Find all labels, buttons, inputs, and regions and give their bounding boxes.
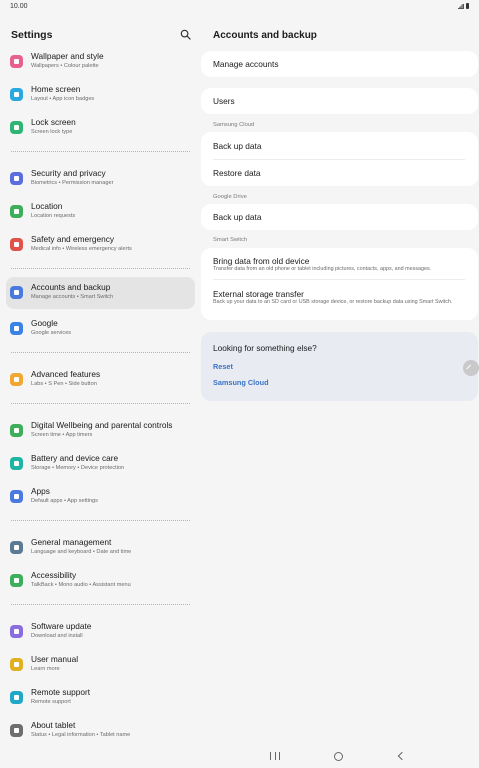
manual-icon xyxy=(10,658,23,671)
divider xyxy=(11,352,190,353)
settings-item-safety[interactable]: Safety and emergency Medical info • Wire… xyxy=(6,229,195,261)
settings-item-about-tablet[interactable]: About tablet Status • Legal information … xyxy=(6,715,195,747)
samsung-cloud-section-label: Samsung Cloud xyxy=(213,122,255,128)
looking-for-title: Looking for something else? xyxy=(213,343,317,353)
reset-link[interactable]: Reset xyxy=(213,362,233,371)
sliders-icon xyxy=(10,541,23,554)
battery-icon xyxy=(466,3,469,9)
settings-item-software-update[interactable]: Software update Download and install xyxy=(6,616,195,648)
external-storage-item[interactable]: External storage transfer xyxy=(213,289,465,299)
users-label: Users xyxy=(213,96,235,106)
divider xyxy=(11,604,190,605)
google-back-up-data-item[interactable]: Back up data xyxy=(213,212,465,222)
accessibility-icon xyxy=(10,574,23,587)
wallpaper-icon xyxy=(10,55,23,68)
sync-icon xyxy=(10,286,23,299)
advanced-features-icon xyxy=(10,373,23,386)
settings-item-apps[interactable]: Apps Default apps • App settings xyxy=(6,481,195,513)
location-pin-icon xyxy=(10,205,23,218)
divider xyxy=(11,268,190,269)
settings-item-general-management[interactable]: General management Language and keyboard… xyxy=(6,532,195,564)
device-care-icon xyxy=(10,457,23,470)
settings-item-lock-screen[interactable]: Lock screen Screen lock type xyxy=(6,112,195,144)
headset-icon xyxy=(10,691,23,704)
recent-apps-icon[interactable] xyxy=(270,752,280,760)
settings-item-wallpaper[interactable]: Wallpaper and style Wallpapers • Colour … xyxy=(6,46,195,78)
status-time: 10.00 xyxy=(10,3,28,10)
divider xyxy=(11,520,190,521)
settings-item-battery[interactable]: Battery and device care Storage • Memory… xyxy=(6,448,195,480)
divider xyxy=(11,151,190,152)
settings-item-advanced-features[interactable]: Advanced features Labs • S Pen • Side bu… xyxy=(6,364,195,396)
accounts-backup-panel: Accounts and backup Manage accounts User… xyxy=(201,18,479,738)
samsung-cloud-link[interactable]: Samsung Cloud xyxy=(213,378,269,387)
external-storage-description: Back up your data to an SD card or USB s… xyxy=(213,299,453,305)
google-icon xyxy=(10,322,23,335)
looking-for-card: Looking for something else? Reset Samsun… xyxy=(201,332,478,401)
manage-accounts-label: Manage accounts xyxy=(213,59,279,69)
divider xyxy=(11,403,190,404)
signal-icon xyxy=(458,3,464,9)
back-up-data-item[interactable]: Back up data xyxy=(213,141,465,151)
samsung-cloud-card: Back up data Restore data xyxy=(201,132,478,186)
settings-item-home-screen[interactable]: Home screen Layout • App icon badges xyxy=(6,79,195,111)
info-icon xyxy=(10,724,23,737)
manage-accounts-card[interactable]: Manage accounts xyxy=(201,51,478,77)
scroll-handle-icon[interactable] xyxy=(463,360,479,376)
google-drive-section-label: Google Drive xyxy=(213,194,247,200)
lock-icon xyxy=(10,121,23,134)
back-icon[interactable] xyxy=(397,751,407,761)
navigation-bar xyxy=(0,744,479,768)
settings-item-google[interactable]: Google Google services xyxy=(6,313,195,345)
software-update-icon xyxy=(10,625,23,638)
smart-switch-section-label: Smart Switch xyxy=(213,237,248,243)
home-screen-icon xyxy=(10,88,23,101)
smart-switch-card: Bring data from old device Transfer data… xyxy=(201,248,478,320)
settings-item-security[interactable]: Security and privacy Biometrics • Permis… xyxy=(6,163,195,195)
emergency-icon xyxy=(10,238,23,251)
search-icon[interactable] xyxy=(180,29,191,40)
settings-item-accounts-backup[interactable]: Accounts and backup Manage accounts • Sm… xyxy=(6,277,195,309)
row-divider xyxy=(213,159,465,160)
settings-item-digital-wellbeing[interactable]: Digital Wellbeing and parental controls … xyxy=(6,415,195,447)
home-icon[interactable] xyxy=(334,752,343,761)
page-title: Settings xyxy=(11,29,53,41)
row-divider xyxy=(213,279,465,280)
status-bar: 10.00 xyxy=(0,0,479,18)
detail-title: Accounts and backup xyxy=(213,30,317,41)
settings-item-user-manual[interactable]: User manual Learn more xyxy=(6,649,195,681)
settings-list-panel: Settings Wallpaper and style Wallpapers … xyxy=(0,18,201,738)
settings-item-location[interactable]: Location Location requests xyxy=(6,196,195,228)
bring-data-item[interactable]: Bring data from old device xyxy=(213,256,465,266)
settings-item-remote-support[interactable]: Remote support Remote support xyxy=(6,682,195,714)
bring-data-description: Transfer data from an old phone or table… xyxy=(213,266,432,272)
users-card[interactable]: Users xyxy=(201,88,478,114)
restore-data-item[interactable]: Restore data xyxy=(213,168,465,178)
google-drive-card: Back up data xyxy=(201,204,478,230)
shield-icon xyxy=(10,172,23,185)
apps-grid-icon xyxy=(10,490,23,503)
settings-item-accessibility[interactable]: Accessibility TalkBack • Mono audio • As… xyxy=(6,565,195,597)
wellbeing-icon xyxy=(10,424,23,437)
